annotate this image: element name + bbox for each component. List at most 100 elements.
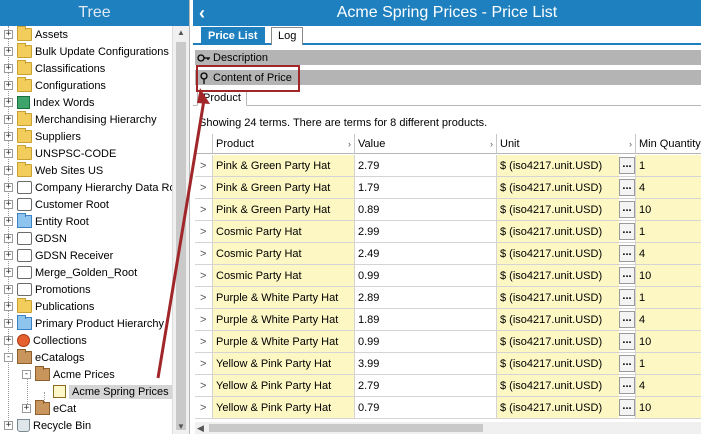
- table-row[interactable]: > Yellow & Pink Party Hat 2.79 $ (iso4217.u…: [195, 375, 701, 397]
- unit-cell[interactable]: $ (iso4217.unit.USD): [497, 155, 619, 177]
- collapse-toggle-icon[interactable]: -: [22, 370, 31, 379]
- min-quantity-cell[interactable]: 10: [636, 331, 701, 353]
- horizontal-scrollbar[interactable]: ◀: [195, 422, 701, 434]
- unit-picker-button[interactable]: ...: [619, 157, 635, 174]
- scroll-up-icon[interactable]: ▲: [173, 26, 189, 40]
- unit-picker-button[interactable]: ...: [619, 245, 635, 262]
- tree-item-classifications[interactable]: + Classifications: [4, 60, 105, 77]
- tree-item-unspsc-code[interactable]: + UNSPSC-CODE: [4, 145, 116, 162]
- section-description[interactable]: Description: [195, 50, 701, 65]
- scrollbar-thumb[interactable]: [176, 42, 186, 430]
- tree-item-ecat[interactable]: + eCat: [22, 400, 76, 417]
- tree-item-entity-root[interactable]: + Entity Root: [4, 213, 89, 230]
- tab-log[interactable]: Log: [271, 27, 304, 45]
- unit-cell[interactable]: $ (iso4217.unit.USD): [497, 353, 619, 375]
- tree-item-gdsn[interactable]: + GDSN: [4, 230, 67, 247]
- tree-item-assets[interactable]: + Assets: [4, 26, 68, 43]
- column-menu-icon[interactable]: ›: [629, 134, 632, 153]
- tree-item-customer-root[interactable]: + Customer Root: [4, 196, 109, 213]
- tree-item-bulk-update-configurations[interactable]: + Bulk Update Configurations: [4, 43, 169, 60]
- expand-toggle-icon[interactable]: +: [4, 234, 13, 243]
- value-cell[interactable]: 2.79: [355, 375, 497, 397]
- min-quantity-cell[interactable]: 1: [636, 287, 701, 309]
- product-cell[interactable]: Pink & Green Party Hat: [213, 155, 355, 177]
- tree-item-acme-prices[interactable]: - Acme Prices: [22, 366, 115, 383]
- value-cell[interactable]: 0.99: [355, 265, 497, 287]
- column-header-value[interactable]: Value ›: [355, 134, 497, 154]
- value-cell[interactable]: 0.89: [355, 199, 497, 221]
- product-cell[interactable]: Purple & White Party Hat: [213, 331, 355, 353]
- tree-item-web-sites-us[interactable]: + Web Sites US: [4, 162, 103, 179]
- min-quantity-cell[interactable]: 4: [636, 375, 701, 397]
- expand-toggle-icon[interactable]: +: [4, 421, 13, 430]
- product-cell[interactable]: Yellow & Pink Party Hat: [213, 397, 355, 419]
- expand-toggle-icon[interactable]: +: [4, 336, 13, 345]
- tree-item-recycle-bin[interactable]: + Recycle Bin: [4, 417, 91, 434]
- min-quantity-cell[interactable]: 1: [636, 353, 701, 375]
- product-cell[interactable]: Yellow & Pink Party Hat: [213, 375, 355, 397]
- product-cell[interactable]: Yellow & Pink Party Hat: [213, 353, 355, 375]
- unit-cell[interactable]: $ (iso4217.unit.USD): [497, 287, 619, 309]
- unit-cell[interactable]: $ (iso4217.unit.USD): [497, 375, 619, 397]
- tree-item-ecatalogs[interactable]: - eCatalogs: [4, 349, 85, 366]
- unit-picker-button[interactable]: ...: [619, 333, 635, 350]
- expand-toggle-icon[interactable]: +: [4, 319, 13, 328]
- row-expand-icon[interactable]: >: [195, 265, 213, 287]
- expand-toggle-icon[interactable]: +: [4, 285, 13, 294]
- table-row[interactable]: > Yellow & Pink Party Hat 0.79 $ (iso4217.u…: [195, 397, 701, 419]
- tab-price-list[interactable]: Price List: [201, 27, 265, 45]
- value-cell[interactable]: 2.79: [355, 155, 497, 177]
- value-cell[interactable]: 2.89: [355, 287, 497, 309]
- tree-item-merchandising-hierarchy[interactable]: + Merchandising Hierarchy: [4, 111, 157, 128]
- unit-cell[interactable]: $ (iso4217.unit.USD): [497, 243, 619, 265]
- min-quantity-cell[interactable]: 4: [636, 243, 701, 265]
- collapse-toggle-icon[interactable]: -: [4, 353, 13, 362]
- row-expand-icon[interactable]: >: [195, 353, 213, 375]
- row-expand-icon[interactable]: >: [195, 155, 213, 177]
- product-cell[interactable]: Purple & White Party Hat: [213, 287, 355, 309]
- table-row[interactable]: > Pink & Green Party Hat 2.79 $ (iso4217.un…: [195, 155, 701, 177]
- product-cell[interactable]: Cosmic Party Hat: [213, 265, 355, 287]
- expand-toggle-icon[interactable]: +: [4, 30, 13, 39]
- table-row[interactable]: > Purple & White Party Hat 0.99 $ (iso4217.…: [195, 331, 701, 353]
- min-quantity-cell[interactable]: 10: [636, 199, 701, 221]
- min-quantity-cell[interactable]: 1: [636, 155, 701, 177]
- tree-item-collections[interactable]: + Collections: [4, 332, 87, 349]
- expand-toggle-icon[interactable]: +: [4, 183, 13, 192]
- row-expand-icon[interactable]: >: [195, 199, 213, 221]
- expand-toggle-icon[interactable]: +: [4, 149, 13, 158]
- table-row[interactable]: > Purple & White Party Hat 1.89 $ (iso4217.…: [195, 309, 701, 331]
- unit-cell[interactable]: $ (iso4217.unit.USD): [497, 177, 619, 199]
- tree-item-acme-spring-prices[interactable]: Acme Spring Prices: [40, 383, 172, 400]
- product-cell[interactable]: Cosmic Party Hat: [213, 243, 355, 265]
- unit-picker-button[interactable]: ...: [619, 399, 635, 416]
- min-quantity-cell[interactable]: 4: [636, 177, 701, 199]
- column-menu-icon[interactable]: ›: [348, 134, 351, 153]
- unit-cell[interactable]: $ (iso4217.unit.USD): [497, 309, 619, 331]
- value-cell[interactable]: 1.79: [355, 177, 497, 199]
- row-expand-icon[interactable]: >: [195, 397, 213, 419]
- min-quantity-cell[interactable]: 4: [636, 309, 701, 331]
- expand-toggle-icon[interactable]: +: [4, 115, 13, 124]
- value-cell[interactable]: 2.49: [355, 243, 497, 265]
- unit-picker-button[interactable]: ...: [619, 179, 635, 196]
- tree-item-index-words[interactable]: + Index Words: [4, 94, 95, 111]
- unit-cell[interactable]: $ (iso4217.unit.USD): [497, 265, 619, 287]
- expand-toggle-icon[interactable]: +: [4, 81, 13, 90]
- scroll-left-icon[interactable]: ◀: [197, 422, 204, 434]
- product-cell[interactable]: Purple & White Party Hat: [213, 309, 355, 331]
- expand-toggle-icon[interactable]: +: [4, 217, 13, 226]
- tree-item-suppliers[interactable]: + Suppliers: [4, 128, 81, 145]
- value-cell[interactable]: 1.89: [355, 309, 497, 331]
- expand-toggle-icon[interactable]: +: [4, 166, 13, 175]
- table-row[interactable]: > Cosmic Party Hat 2.99 $ (iso4217.unit.USD…: [195, 221, 701, 243]
- expand-toggle-icon[interactable]: +: [4, 302, 13, 311]
- expand-toggle-icon[interactable]: +: [4, 98, 13, 107]
- table-row[interactable]: > Purple & White Party Hat 2.89 $ (iso4217.…: [195, 287, 701, 309]
- row-expand-icon[interactable]: >: [195, 221, 213, 243]
- tree-item-promotions[interactable]: + Promotions: [4, 281, 91, 298]
- tree-item-gdsn-receiver[interactable]: + GDSN Receiver: [4, 247, 113, 264]
- unit-cell[interactable]: $ (iso4217.unit.USD): [497, 397, 619, 419]
- tree-item-configurations[interactable]: + Configurations: [4, 77, 106, 94]
- table-row[interactable]: > Yellow & Pink Party Hat 3.99 $ (iso4217.u…: [195, 353, 701, 375]
